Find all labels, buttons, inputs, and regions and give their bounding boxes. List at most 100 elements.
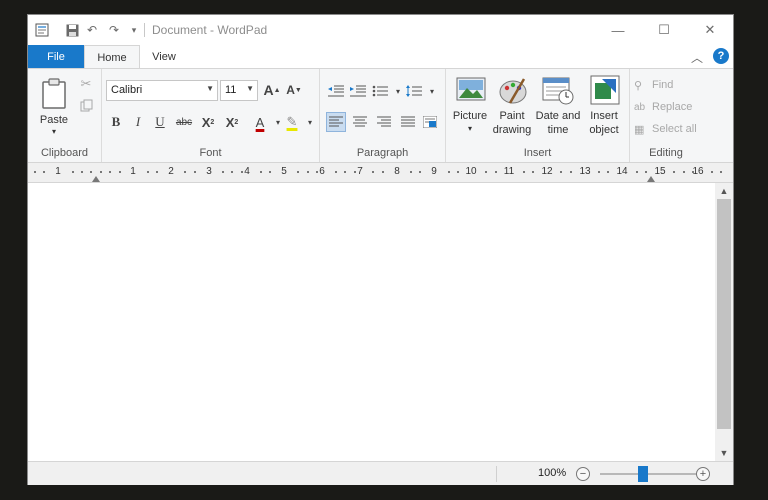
ruler-tick	[194, 171, 196, 173]
chevron-down-icon[interactable]: ▾	[422, 81, 442, 101]
ruler-tick	[457, 171, 459, 173]
wordpad-icon[interactable]	[34, 22, 50, 38]
increase-indent-icon[interactable]	[348, 81, 368, 101]
date-time-button[interactable]: Date and time	[534, 73, 582, 145]
zoom-slider[interactable]	[600, 473, 700, 475]
title-separator	[144, 23, 145, 37]
font-family-select[interactable]: Calibri ▼	[106, 80, 218, 101]
subscript-button[interactable]: X2	[198, 112, 218, 132]
help-icon[interactable]: ?	[713, 48, 729, 64]
decrease-indent-icon[interactable]	[326, 81, 346, 101]
paint-label-line1: Paint	[499, 110, 525, 122]
paste-button[interactable]: Paste ▾	[36, 75, 72, 139]
cut-icon[interactable]: ✂	[76, 74, 96, 94]
ruler-tick	[297, 171, 299, 173]
strikethrough-button[interactable]: abc	[172, 112, 196, 132]
line-spacing-icon[interactable]	[404, 81, 424, 101]
scrollbar-thumb[interactable]	[717, 199, 731, 429]
wordpad-window: ↶ ↷ ▾ Document - WordPad — ☐ ✕ File Home…	[27, 14, 734, 485]
tab-home[interactable]: Home	[84, 45, 140, 69]
ruler-tick	[607, 171, 609, 173]
find-button[interactable]: ⚲ Find	[634, 77, 673, 93]
ruler-tick	[81, 171, 83, 173]
italic-button[interactable]: I	[128, 112, 148, 132]
select-all-icon: ▦	[634, 123, 645, 136]
ruler-tick	[260, 171, 262, 173]
ruler-number: 8	[394, 166, 400, 177]
shrink-font-icon: A	[286, 83, 295, 97]
window-title: Document - WordPad	[152, 23, 268, 37]
tab-view[interactable]: View	[140, 45, 188, 68]
left-indent-marker[interactable]	[92, 174, 100, 182]
document-canvas[interactable]	[28, 183, 717, 461]
ruler-tick	[344, 171, 346, 173]
subscript-icon: X	[201, 114, 211, 130]
close-button[interactable]: ✕	[687, 15, 733, 45]
minimize-button[interactable]: —	[595, 15, 641, 45]
ruler[interactable]: 1 1 2 3 4 5 6 7 8 9 10 11 12 13 14 15 16	[28, 163, 733, 183]
insert-object-label-line1: Insert	[590, 110, 618, 122]
ruler-tick	[231, 171, 233, 173]
zoom-in-button[interactable]: +	[696, 467, 710, 481]
scroll-down-icon[interactable]: ▼	[715, 445, 733, 461]
status-bar: 100% − +	[28, 461, 733, 485]
align-left-icon[interactable]	[326, 112, 346, 132]
zoom-out-button[interactable]: −	[576, 467, 590, 481]
text-color-button[interactable]: A	[250, 112, 270, 132]
paint-drawing-button[interactable]: Paint drawing	[492, 73, 532, 145]
underline-button[interactable]: U	[150, 112, 170, 132]
ruler-tick	[90, 171, 92, 173]
paragraph-settings-icon[interactable]	[420, 112, 440, 132]
minimize-icon: —	[611, 22, 625, 38]
font-size-select[interactable]: 11 ▼	[220, 80, 258, 101]
replace-label: Replace	[652, 101, 693, 113]
bullet-list-icon[interactable]	[370, 81, 390, 101]
grow-font-button[interactable]: A ▲	[262, 80, 282, 100]
ruler-tick	[560, 171, 562, 173]
bold-button[interactable]: B	[106, 112, 126, 132]
ruler-tick	[241, 171, 243, 173]
ruler-tick	[147, 171, 149, 173]
ruler-tick	[307, 171, 309, 173]
copy-icon[interactable]	[76, 95, 96, 115]
ruler-tick	[495, 171, 497, 173]
select-all-button[interactable]: ▦ Select all	[634, 121, 697, 137]
shrink-font-button[interactable]: A ▼	[284, 80, 304, 100]
insert-picture-button[interactable]: Picture ▾	[450, 73, 490, 145]
insert-object-label-line2: object	[589, 124, 619, 136]
vertical-scrollbar[interactable]: ▲ ▼	[715, 183, 733, 461]
ruler-tick	[34, 171, 36, 173]
redo-icon[interactable]: ↷	[106, 22, 122, 38]
align-center-icon[interactable]	[350, 112, 370, 132]
tab-file[interactable]: File	[28, 45, 84, 68]
insert-object-button[interactable]: Insert object	[584, 73, 624, 145]
clipboard-group: Paste ▾ ✂ Clipboard	[28, 69, 102, 162]
chevron-down-icon[interactable]: ▾	[300, 112, 320, 132]
superscript-button[interactable]: X2	[222, 112, 242, 132]
insert-group-label: Insert	[523, 147, 552, 159]
save-icon[interactable]	[64, 22, 80, 38]
paint-icon	[499, 78, 527, 104]
ruler-tick	[523, 171, 525, 173]
undo-icon[interactable]: ↶	[84, 22, 100, 38]
ruler-tick	[448, 171, 450, 173]
collapse-ribbon-icon[interactable]: ︿	[691, 49, 703, 66]
zoom-slider-thumb[interactable]	[638, 466, 648, 482]
replace-icon: ab	[634, 101, 646, 113]
ruler-number: 14	[616, 166, 628, 177]
ruler-tick	[570, 171, 572, 173]
ruler-tick	[372, 171, 374, 173]
replace-button[interactable]: ab Replace	[634, 99, 692, 115]
maximize-button[interactable]: ☐	[641, 15, 687, 45]
ruler-tick	[636, 171, 638, 173]
ruler-tick	[119, 171, 121, 173]
justify-icon[interactable]	[398, 112, 418, 132]
font-group-label: Font	[199, 147, 222, 159]
scroll-up-icon[interactable]: ▲	[715, 183, 733, 199]
status-divider	[496, 466, 497, 482]
customize-dropdown-icon[interactable]: ▾	[126, 22, 142, 38]
align-right-icon[interactable]	[374, 112, 394, 132]
ruler-tick	[382, 171, 384, 173]
highlight-button[interactable]: ✎	[282, 112, 302, 132]
ruler-tick	[100, 171, 102, 173]
